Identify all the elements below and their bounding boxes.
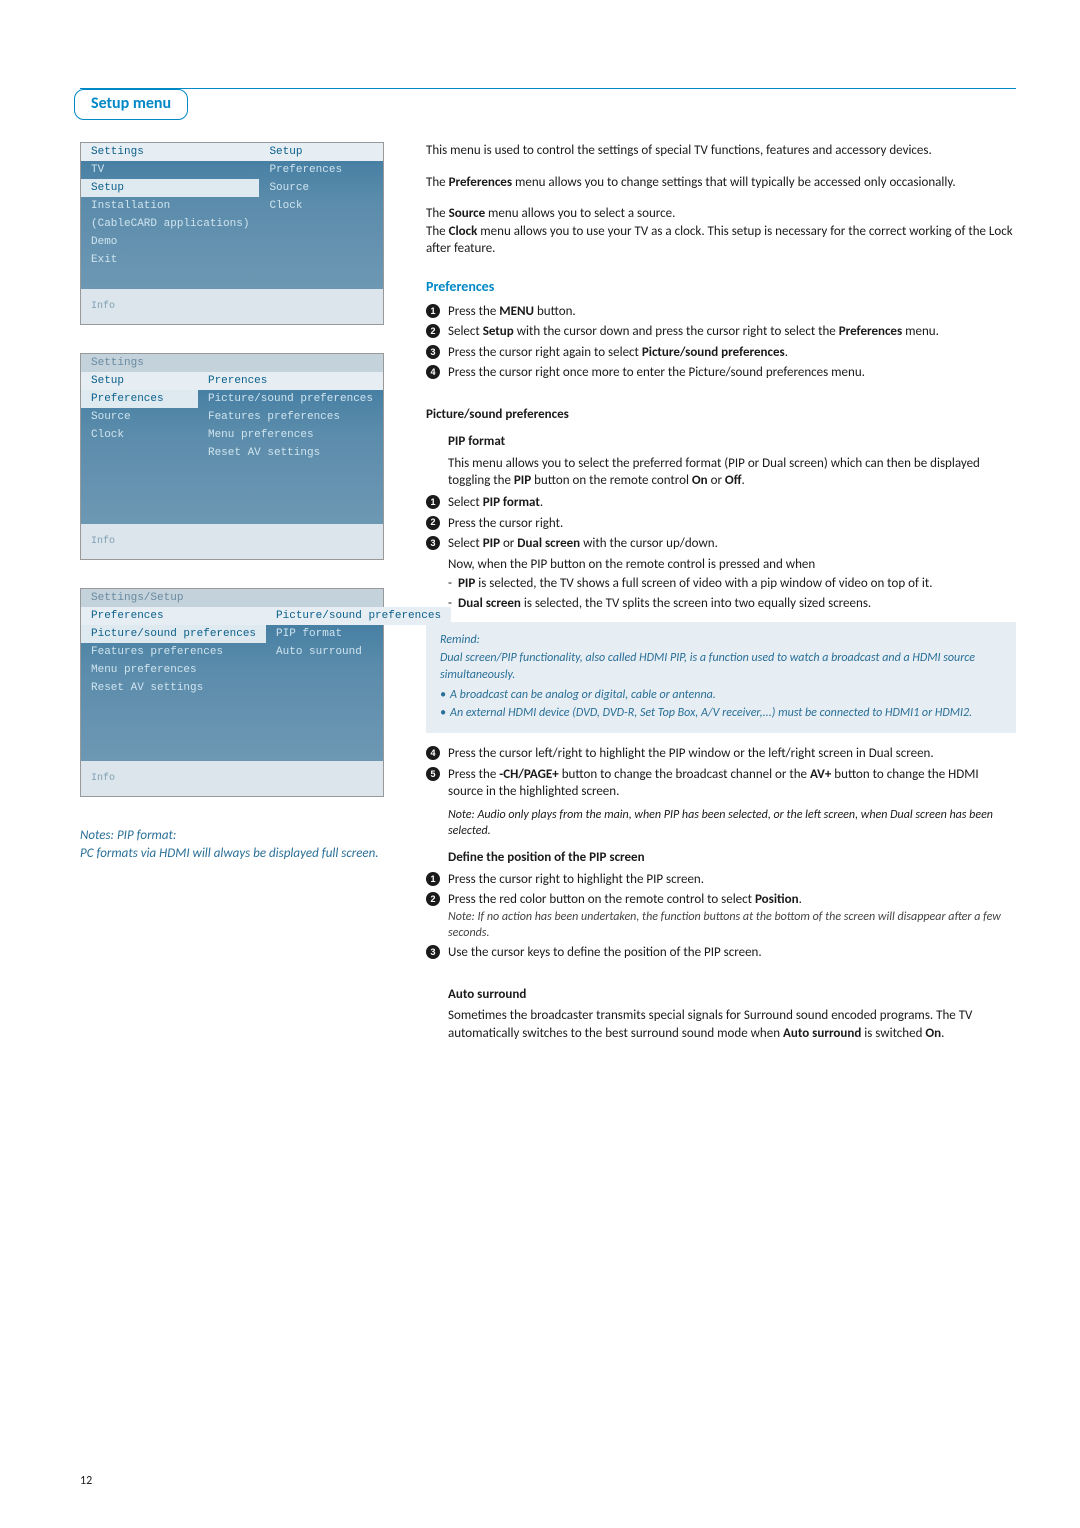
picture-sound-heading: Picture/sound preferences (426, 406, 1016, 424)
auto-surround-text: Sometimes the broadcaster transmits spec… (448, 1007, 1016, 1042)
prefs-step-4: Press the cursor right once more to ente… (426, 364, 1016, 382)
osd1-r1: Source (259, 179, 383, 197)
osd-screenshot-settings: Settings TV Setup Installation (CableCAR… (80, 142, 384, 325)
define-pip-position-heading: Define the position of the PIP screen (448, 849, 1016, 867)
pos-step-2: Press the red color button on the remote… (426, 891, 1016, 941)
remind-head: Remind: (440, 632, 1002, 648)
page-number: 12 (80, 1474, 92, 1488)
left-note-1: Notes: PIP format: (80, 827, 390, 845)
intro-p3: The Source menu allows you to select a s… (426, 205, 1016, 223)
left-notes: Notes: PIP format: PC formats via HDMI w… (80, 827, 390, 862)
pip-step-2: Press the cursor right. (426, 515, 1016, 533)
osd-screenshot-setup: Settings Setup Preferences Source Clock … (80, 353, 384, 560)
osd3-l3: Reset AV settings (81, 679, 266, 697)
osd2-r2: Menu preferences (198, 426, 383, 444)
osd1-info: Info (81, 289, 383, 324)
osd2-l1: Source (81, 408, 198, 426)
intro-p4: The Clock menu allows you to use your TV… (426, 223, 1016, 258)
intro-p2: The Preferences menu allows you to chang… (426, 174, 1016, 192)
osd1-left-header: Settings (81, 143, 259, 161)
pip-step-3: Select PIP or Dual screen with the curso… (426, 535, 1016, 553)
osd2-left-header: Setup (81, 372, 198, 390)
remind-li1: A broadcast can be analog or digital, ca… (440, 687, 1002, 703)
left-note-2: PC formats via HDMI will always be displ… (80, 845, 390, 863)
pip-audio-note: Note: Audio only plays from the main, wh… (448, 807, 1016, 839)
osd3-r1: Auto surround (266, 643, 451, 661)
prefs-step-2: Select Setup with the cursor down and pr… (426, 323, 1016, 341)
top-rule (80, 88, 1016, 89)
osd1-l4: Demo (81, 233, 259, 251)
prefs-step-1: Press the MENU button. (426, 303, 1016, 321)
osd2-r1: Features preferences (198, 408, 383, 426)
osd2-right-header: Prerences (198, 372, 383, 390)
osd3-title: Settings/Setup (81, 589, 383, 607)
remind-p1: Dual screen/PIP functionality, also call… (440, 650, 1002, 682)
osd2-info: Info (81, 524, 383, 559)
osd2-l2: Clock (81, 426, 198, 444)
pip-intro: This menu allows you to select the prefe… (448, 455, 1016, 490)
pos-step-1: Press the cursor right to highlight the … (426, 871, 1016, 889)
osd2-r3: Reset AV settings (198, 444, 383, 462)
osd3-l0: Picture/sound preferences (81, 625, 266, 643)
body-text: This menu is used to control the setting… (426, 142, 1016, 1042)
pip-step-5: Press the -CH/PAGE+ button to change the… (426, 766, 1016, 801)
osd2-r0: Picture/sound preferences (198, 390, 383, 408)
osd1-right-header: Setup (259, 143, 383, 161)
remind-box: Remind: Dual screen/PIP functionality, a… (426, 622, 1016, 733)
pip-bullet-2: Dual screen is selected, the TV splits t… (448, 595, 1016, 613)
osd3-l1: Features preferences (81, 643, 266, 661)
page-title: Setup menu (74, 89, 188, 120)
osd1-l3: (CableCARD applications) (81, 215, 259, 233)
osd3-l2: Menu preferences (81, 661, 266, 679)
osd3-right-header: Picture/sound preferences (266, 607, 451, 625)
osd1-l0: TV (81, 161, 259, 179)
osd-screenshot-preferences: Settings/Setup Preferences Picture/sound… (80, 588, 384, 797)
pip-step-1: Select PIP format. (426, 494, 1016, 512)
pip-format-heading: PIP format (448, 433, 1016, 451)
osd3-info: Info (81, 761, 383, 796)
remind-li2: An external HDMI device (DVD, DVD-R, Set… (440, 705, 1002, 721)
osd1-l1: Setup (81, 179, 259, 197)
osd1-r2: Clock (259, 197, 383, 215)
pip-step-4: Press the cursor left/right to highlight… (426, 745, 1016, 763)
osd3-r0: PIP format (266, 625, 451, 643)
osd2-l0: Preferences (81, 390, 198, 408)
osd2-title: Settings (81, 354, 383, 372)
prefs-step-3: Press the cursor right again to select P… (426, 344, 1016, 362)
intro-p1: This menu is used to control the setting… (426, 142, 1016, 160)
pip-step-3-note: Now, when the PIP button on the remote c… (448, 556, 1016, 574)
pip-bullet-1: PIP is selected, the TV shows a full scr… (448, 575, 1016, 593)
auto-surround-heading: Auto surround (448, 986, 1016, 1004)
osd1-l2: Installation (81, 197, 259, 215)
osd1-r0: Preferences (259, 161, 383, 179)
preferences-heading: Preferences (426, 278, 1016, 297)
pos-step-3: Use the cursor keys to define the positi… (426, 944, 1016, 962)
pos-step-2-note: Note: If no action has been undertaken, … (448, 909, 1016, 941)
osd3-left-header: Preferences (81, 607, 266, 625)
osd1-l5: Exit (81, 251, 259, 269)
